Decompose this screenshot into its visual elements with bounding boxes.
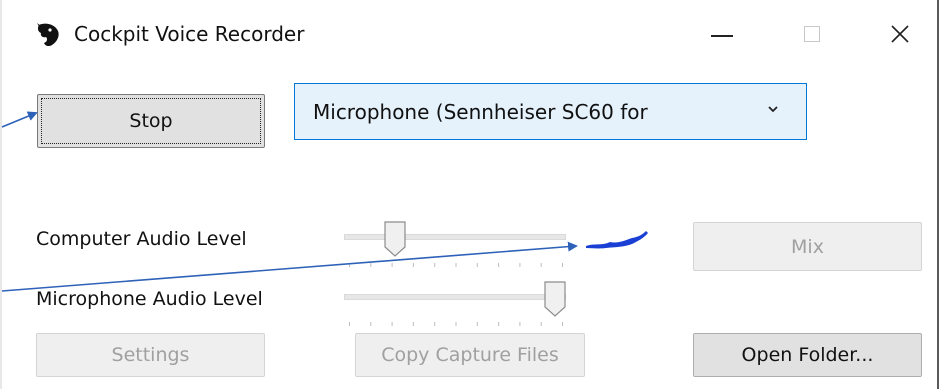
stop-button[interactable]: Stop [37,94,265,148]
open-folder-button[interactable]: Open Folder... [693,333,922,377]
maximize-icon [804,26,820,42]
title-bar[interactable]: Cockpit Voice Recorder [2,0,937,66]
annotation-arrow-stop [1,111,38,128]
computer-audio-slider-ticks [349,263,563,267]
microphone-audio-slider-thumb[interactable] [544,281,566,317]
microphone-audio-level-label: Microphone Audio Level [36,288,263,310]
parrot-app-icon [37,23,59,47]
microphone-audio-slider-ticks [349,322,563,326]
mix-button[interactable]: Mix [693,222,922,271]
close-icon [891,25,909,43]
chevron-down-icon [768,106,778,113]
computer-audio-level-label: Computer Audio Level [36,228,247,250]
window-title: Cockpit Voice Recorder [74,22,305,46]
maximize-button[interactable] [782,12,842,56]
close-button[interactable] [870,12,930,56]
microphone-audio-slider-track[interactable] [344,294,566,300]
app-window: Cockpit Voice Recorder Stop Microphone (… [0,0,939,389]
computer-audio-slider-thumb[interactable] [384,221,406,257]
annotation-arrow-level [1,241,578,292]
minimize-button[interactable] [692,12,752,56]
computer-audio-slider-track[interactable] [344,234,566,240]
device-select-value: Microphone (Sennheiser SC60 for [313,100,648,124]
copy-capture-files-button[interactable]: Copy Capture Files [355,333,585,377]
settings-button[interactable]: Settings [36,333,265,377]
minimize-icon [711,35,733,37]
device-select[interactable]: Microphone (Sennheiser SC60 for [294,83,807,140]
audio-waveform-scribble [586,231,648,249]
